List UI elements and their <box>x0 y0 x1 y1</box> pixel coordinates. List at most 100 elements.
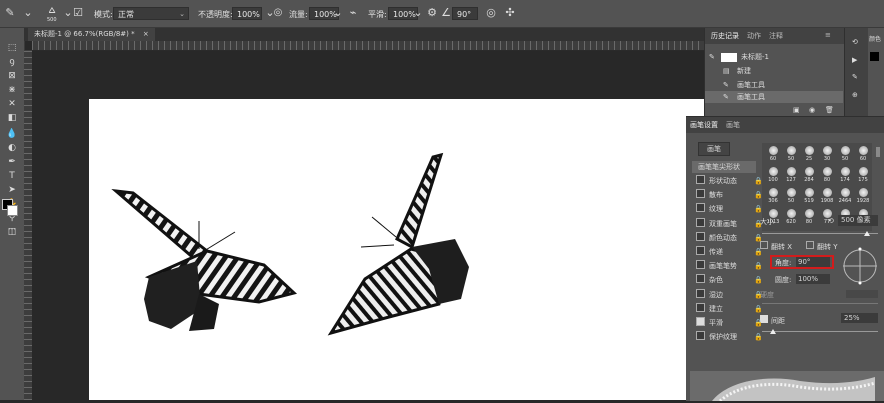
brush-option-row[interactable]: 杂色 🔒 <box>696 274 766 286</box>
brushes-button[interactable]: 画笔 <box>698 142 730 156</box>
crop-icon[interactable]: ⊠ <box>5 70 19 83</box>
clone-source-icon[interactable]: ⊕ <box>852 91 858 99</box>
option-checkbox[interactable] <box>696 231 705 241</box>
opacity-input[interactable]: 100% <box>232 7 262 20</box>
tab-actions[interactable]: 动作 <box>747 31 761 41</box>
document-tab[interactable]: 未标题-1 @ 66.7%(RGB/8#) * × <box>28 28 155 41</box>
lock-icon[interactable]: 🔒 <box>754 260 763 272</box>
brush-tip-preset[interactable]: 306 <box>764 187 782 207</box>
trash-icon[interactable]: 🗑 <box>825 106 834 114</box>
brush-option-row[interactable]: 湿边 🔒 <box>696 288 766 301</box>
brush-tip-preset[interactable]: 2464 <box>836 187 854 207</box>
brush-tip-preset[interactable]: 60 <box>854 145 872 165</box>
brush-tip-preset[interactable]: 100 <box>764 166 782 186</box>
brush-tip-preset[interactable]: 1928 <box>854 187 872 207</box>
foreground-color-swatch[interactable] <box>870 52 879 61</box>
brush-tip-preset[interactable]: 50 <box>836 145 854 165</box>
spacing-slider-handle[interactable] <box>770 329 776 334</box>
brush-tip-preset[interactable]: 174 <box>836 166 854 186</box>
lock-icon[interactable]: 🔒 <box>754 232 763 244</box>
brush-option-row[interactable]: 建立 🔒 <box>696 302 766 315</box>
option-checkbox[interactable] <box>696 302 705 312</box>
brush-tip-preset[interactable]: 1908 <box>818 187 836 207</box>
brush-tip-preset[interactable]: 50 <box>782 145 800 165</box>
history-panel-icon[interactable]: ⟲ <box>852 38 858 46</box>
lasso-icon[interactable]: ꝯ <box>5 56 19 69</box>
flow-dropdown-icon[interactable]: ⌄ <box>330 5 346 21</box>
color-panel-tab[interactable]: 颜色 <box>869 34 881 43</box>
marquee-icon[interactable]: ⬚ <box>5 42 19 55</box>
lock-icon[interactable]: 🔒 <box>754 175 763 187</box>
brush-option-row[interactable]: 平滑 🔒 <box>696 317 766 329</box>
brush-tip-shape-item[interactable]: 画笔笔尖形状 <box>692 161 756 173</box>
pressure-opacity-icon[interactable]: ◎ <box>270 5 286 21</box>
eyedropper-icon[interactable]: ⋇ <box>5 84 19 97</box>
history-item[interactable]: ✎ 画笔工具 <box>705 79 843 91</box>
history-item[interactable]: ▤ 新建 <box>705 65 843 77</box>
dodge-icon[interactable]: ◐ <box>5 142 19 155</box>
angle-roundness-widget[interactable] <box>840 246 880 286</box>
brush-tip-preset[interactable]: 80 <box>800 208 818 228</box>
lock-icon[interactable]: 🔒 <box>754 189 763 201</box>
brush-tip-preset[interactable]: 80 <box>818 166 836 186</box>
tab-brushes[interactable]: 画笔 <box>726 120 740 130</box>
tab-notes[interactable]: 注释 <box>769 31 783 41</box>
brush-tip-preset[interactable]: 127 <box>782 166 800 186</box>
lock-icon[interactable]: 🔒 <box>754 218 763 230</box>
angle-input[interactable]: 90° <box>796 257 830 267</box>
brush-option-row[interactable]: 传递 🔒 <box>696 246 766 258</box>
brush-option-row[interactable]: 散布 🔒 <box>696 189 766 201</box>
spacing-slider-track[interactable] <box>762 331 878 332</box>
eraser-icon[interactable]: ◧ <box>5 112 19 125</box>
brush-tip-preset[interactable]: 30 <box>818 145 836 165</box>
option-checkbox[interactable] <box>696 288 705 298</box>
lock-icon[interactable]: 🔒 <box>754 203 763 215</box>
pressure-size-icon[interactable]: ◎ <box>483 5 499 21</box>
panel-menu-icon[interactable]: ≡ <box>825 31 831 39</box>
option-checkbox[interactable] <box>696 331 705 341</box>
brush-option-row[interactable]: 纹理 🔒 <box>696 203 766 215</box>
quick-mask-icon[interactable]: ◫ <box>5 226 19 239</box>
option-checkbox[interactable] <box>696 217 705 227</box>
pen-icon[interactable]: ✒ <box>5 156 19 169</box>
size-slider-handle[interactable] <box>864 231 870 236</box>
tab-brush-settings[interactable]: 画笔设置 <box>690 120 718 130</box>
roundness-input[interactable]: 100% <box>796 274 830 284</box>
blur-icon[interactable]: 💧 <box>5 128 19 141</box>
option-checkbox[interactable] <box>696 260 705 270</box>
option-checkbox[interactable] <box>696 317 705 326</box>
close-icon[interactable]: × <box>143 30 149 38</box>
reset-size-icon[interactable]: ⟲ <box>828 217 834 225</box>
brush-tip-preset[interactable]: 60 <box>764 145 782 165</box>
brush-settings-toggle-icon[interactable]: ☑ <box>70 5 86 21</box>
lock-icon[interactable]: 🔒 <box>754 289 763 301</box>
spacing-input[interactable]: 25% <box>841 313 878 323</box>
angle-input[interactable]: 90° <box>452 7 478 20</box>
document-canvas[interactable] <box>89 99 704 400</box>
brush-preset-picker-icon[interactable]: ⩟ <box>44 2 60 18</box>
background-color-swatch[interactable] <box>7 205 18 216</box>
history-item-selected[interactable]: ✎ 画笔工具 <box>705 91 843 103</box>
option-checkbox[interactable] <box>696 175 705 184</box>
brush-panel-icon[interactable]: ✎ <box>852 73 858 81</box>
brush-option-row[interactable]: 形状动态 🔒 <box>696 175 766 187</box>
type-icon[interactable]: T <box>5 170 19 183</box>
tip-grid-scrollbar[interactable] <box>876 147 880 157</box>
new-document-from-state-icon[interactable]: ▣ <box>793 106 800 114</box>
option-checkbox[interactable] <box>696 189 705 199</box>
brush-tip-preset[interactable]: 175 <box>854 166 872 186</box>
lock-icon[interactable]: 🔒 <box>754 274 763 286</box>
play-icon[interactable]: ▶ <box>852 56 857 64</box>
option-checkbox[interactable] <box>696 246 705 255</box>
size-slider-track[interactable] <box>762 233 878 234</box>
brush-tip-preset[interactable]: 284 <box>800 166 818 186</box>
path-selection-icon[interactable]: ➤ <box>5 184 19 197</box>
healing-brush-icon[interactable]: ✕ <box>5 98 19 111</box>
brush-tool-icon[interactable]: ✎ <box>2 5 18 21</box>
option-checkbox[interactable] <box>696 274 705 284</box>
airbrush-icon[interactable]: ⌁ <box>345 5 361 21</box>
brush-tip-preset[interactable]: 519 <box>800 187 818 207</box>
tab-history[interactable]: 历史记录 <box>711 31 739 41</box>
brush-tip-preset[interactable]: 25 <box>800 145 818 165</box>
brush-tip-preset[interactable]: 620 <box>782 208 800 228</box>
